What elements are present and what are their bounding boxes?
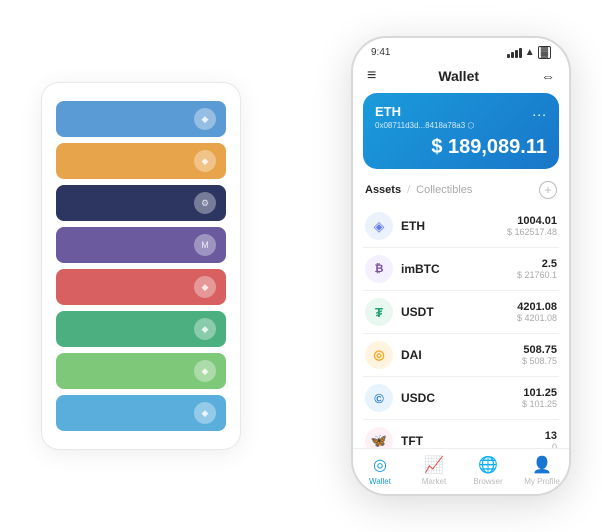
market-nav-icon: 📈: [424, 455, 444, 475]
card-item: ◆: [56, 353, 226, 389]
nav-browser[interactable]: 🌐 Browser: [461, 455, 515, 486]
status-time: 9:41: [371, 47, 390, 58]
imbtc-usd: $ 21760.1: [517, 270, 557, 280]
asset-item-eth[interactable]: ◈ ETH 1004.01 $ 162517.48: [363, 205, 559, 248]
wallet-nav-icon: ◎: [373, 455, 387, 475]
phone-header: ≡ Wallet ⇔: [353, 63, 569, 93]
asset-name-tft: TFT: [401, 434, 545, 448]
card-dot: M: [194, 234, 216, 256]
dai-usd: $ 508.75: [522, 356, 557, 366]
card-item: ◆: [56, 395, 226, 431]
asset-values-imbtc: 2.5 $ 21760.1: [517, 258, 557, 280]
card-item: ◆: [56, 311, 226, 347]
asset-values-tft: 13 0: [545, 430, 557, 448]
nav-market[interactable]: 📈 Market: [407, 455, 461, 486]
tabs-left: Assets / Collectibles: [365, 184, 472, 196]
card-dot: ◆: [194, 150, 216, 172]
usdt-amount: 4201.08: [517, 301, 557, 313]
wallet-title: Wallet: [438, 68, 479, 84]
eth-label: ETH: [375, 104, 401, 119]
status-icons: ▲ ▓: [507, 46, 551, 59]
asset-list: ◈ ETH 1004.01 $ 162517.48 ₿ imBTC 2.5 $ …: [353, 205, 569, 448]
imbtc-amount: 2.5: [517, 258, 557, 270]
tab-collectibles[interactable]: Collectibles: [416, 184, 472, 196]
menu-icon[interactable]: ≡: [367, 67, 376, 85]
eth-address: 0x08711d3d...8418a78a3 ⬡: [375, 121, 547, 130]
card-dot: ⚙: [194, 192, 216, 214]
asset-item-usdc[interactable]: © USDC 101.25 $ 101.25: [363, 377, 559, 420]
profile-nav-icon: 👤: [532, 455, 552, 475]
asset-item-dai[interactable]: ◎ DAI 508.75 $ 508.75: [363, 334, 559, 377]
asset-values-dai: 508.75 $ 508.75: [522, 344, 557, 366]
wallet-nav-label: Wallet: [369, 477, 391, 486]
nav-wallet[interactable]: ◎ Wallet: [353, 455, 407, 486]
eth-card[interactable]: ETH ... 0x08711d3d...8418a78a3 ⬡ $ 189,0…: [363, 93, 559, 169]
card-stack: ◆ ◆ ⚙ M ◆ ◆ ◆ ◆: [41, 82, 241, 450]
usdc-icon: ©: [365, 384, 393, 412]
signal-icon: [507, 48, 522, 58]
imbtc-icon: ₿: [365, 255, 393, 283]
card-item: ◆: [56, 101, 226, 137]
add-asset-button[interactable]: +: [539, 181, 557, 199]
browser-nav-icon: 🌐: [478, 455, 498, 475]
asset-values-usdt: 4201.08 $ 4201.08: [517, 301, 557, 323]
asset-item-imbtc[interactable]: ₿ imBTC 2.5 $ 21760.1: [363, 248, 559, 291]
wifi-icon: ▲: [525, 47, 535, 58]
tab-divider: /: [407, 184, 410, 196]
card-dot: ◆: [194, 318, 216, 340]
expand-icon[interactable]: ⇔: [541, 68, 555, 84]
card-dot: ◆: [194, 108, 216, 130]
card-item: M: [56, 227, 226, 263]
card-dot: ◆: [194, 402, 216, 424]
eth-card-header: ETH ...: [375, 103, 547, 119]
usdc-usd: $ 101.25: [522, 399, 557, 409]
asset-name-imbtc: imBTC: [401, 262, 517, 276]
asset-name-usdc: USDC: [401, 391, 522, 405]
card-dot: ◆: [194, 360, 216, 382]
eth-balance: $ 189,089.11: [375, 136, 547, 159]
tft-icon: 🦋: [365, 427, 393, 448]
asset-values-eth: 1004.01 $ 162517.48: [507, 215, 557, 237]
asset-item-usdt[interactable]: ₮ USDT 4201.08 $ 4201.08: [363, 291, 559, 334]
card-item: ◆: [56, 269, 226, 305]
profile-nav-label: My Profile: [524, 477, 560, 486]
assets-tabs: Assets / Collectibles +: [353, 177, 569, 205]
asset-name-dai: DAI: [401, 348, 522, 362]
card-item: ⚙: [56, 185, 226, 221]
phone-mockup: 9:41 ▲ ▓ ≡ Wallet ⇔ ETH ...: [351, 36, 571, 496]
eth-icon: ◈: [365, 212, 393, 240]
tft-amount: 13: [545, 430, 557, 442]
asset-name-eth: ETH: [401, 219, 507, 233]
market-nav-label: Market: [422, 477, 446, 486]
status-bar: 9:41 ▲ ▓: [353, 38, 569, 63]
usdt-icon: ₮: [365, 298, 393, 326]
card-dot: ◆: [194, 276, 216, 298]
usdc-amount: 101.25: [522, 387, 557, 399]
browser-nav-label: Browser: [473, 477, 502, 486]
scene: ◆ ◆ ⚙ M ◆ ◆ ◆ ◆ 9:41 ▲ ▓ ≡: [11, 11, 591, 521]
tab-assets[interactable]: Assets: [365, 184, 401, 196]
card-item: ◆: [56, 143, 226, 179]
bottom-nav: ◎ Wallet 📈 Market 🌐 Browser 👤 My Profile: [353, 448, 569, 494]
eth-amount: 1004.01: [507, 215, 557, 227]
asset-item-tft[interactable]: 🦋 TFT 13 0: [363, 420, 559, 448]
nav-profile[interactable]: 👤 My Profile: [515, 455, 569, 486]
dai-amount: 508.75: [522, 344, 557, 356]
dai-icon: ◎: [365, 341, 393, 369]
eth-dots-menu[interactable]: ...: [532, 103, 547, 119]
asset-name-usdt: USDT: [401, 305, 517, 319]
asset-values-usdc: 101.25 $ 101.25: [522, 387, 557, 409]
usdt-usd: $ 4201.08: [517, 313, 557, 323]
battery-icon: ▓: [538, 46, 551, 59]
eth-usd: $ 162517.48: [507, 227, 557, 237]
